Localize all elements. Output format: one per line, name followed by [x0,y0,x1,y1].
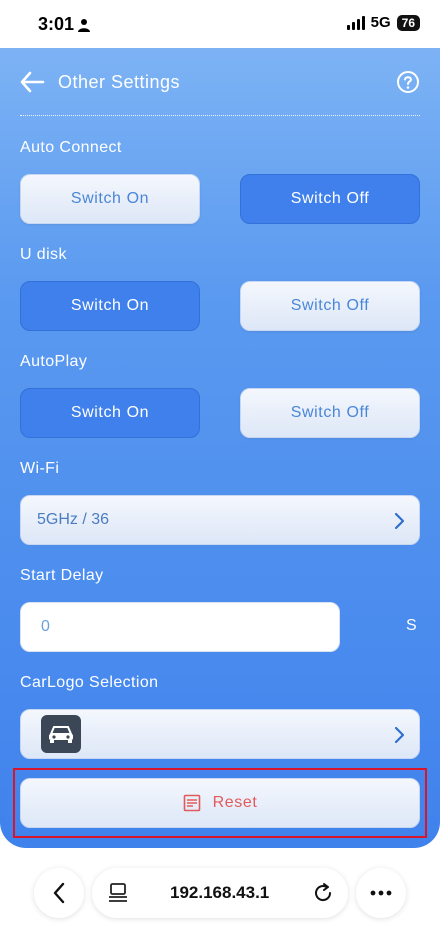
start-delay-input[interactable]: 0 [20,602,340,652]
header-divider [20,115,420,116]
browser-toolbar: 192.168.43.1 [0,848,440,952]
more-icon [370,890,392,896]
car-logo-select[interactable] [20,709,420,759]
autoplay-label: AutoPlay [20,353,88,370]
status-time: 3:01 [38,14,75,34]
autoplay-switch-on-button[interactable]: Switch On [20,388,200,438]
car-logo-label: CarLogo Selection [20,674,159,691]
u-disk-switch-on-button[interactable]: Switch On [20,281,200,331]
address-bar[interactable]: 192.168.43.1 [92,868,348,918]
person-icon [78,18,91,32]
autoplay-switch-off-button[interactable]: Switch Off [240,388,420,438]
url-text: 192.168.43.1 [170,883,270,902]
start-delay-value: 0 [41,618,50,635]
wifi-label: Wi-Fi [20,460,60,477]
u-disk-switch-off-button[interactable]: Switch Off [240,281,420,331]
page-title: Other Settings [58,72,181,92]
battery-level: 76 [401,15,415,30]
highlight-frame [13,768,427,838]
auto-connect-switch-on-button[interactable]: Switch On [20,174,200,224]
u-disk-label: U disk [20,246,67,263]
more-options-button[interactable] [356,868,406,918]
reload-icon[interactable] [312,882,334,904]
settings-panel: Other Settings Auto Connect Switch On Sw… [0,48,440,864]
page-menu-icon[interactable] [108,882,128,904]
chevron-left-icon [53,882,65,904]
auto-connect-label: Auto Connect [20,139,122,156]
back-arrow-icon[interactable] [18,68,46,96]
browser-back-button[interactable] [34,868,84,918]
header: Other Settings [0,48,440,116]
wifi-value: 5GHz / 36 [37,511,110,528]
start-delay-unit: S [406,617,417,634]
chevron-right-icon [394,512,405,530]
wifi-select[interactable]: 5GHz / 36 [20,495,420,545]
battery-icon: 76 [396,14,420,31]
auto-connect-switch-off-button[interactable]: Switch Off [240,174,420,224]
status-bar: 3:01 5G 76 [0,0,440,48]
chevron-right-icon [394,726,405,744]
signal-icon [346,15,365,30]
network-type: 5G [370,14,391,31]
help-icon[interactable] [396,70,420,94]
car-icon [49,726,73,743]
car-logo-thumbnail [41,715,81,753]
start-delay-label: Start Delay [20,567,104,584]
